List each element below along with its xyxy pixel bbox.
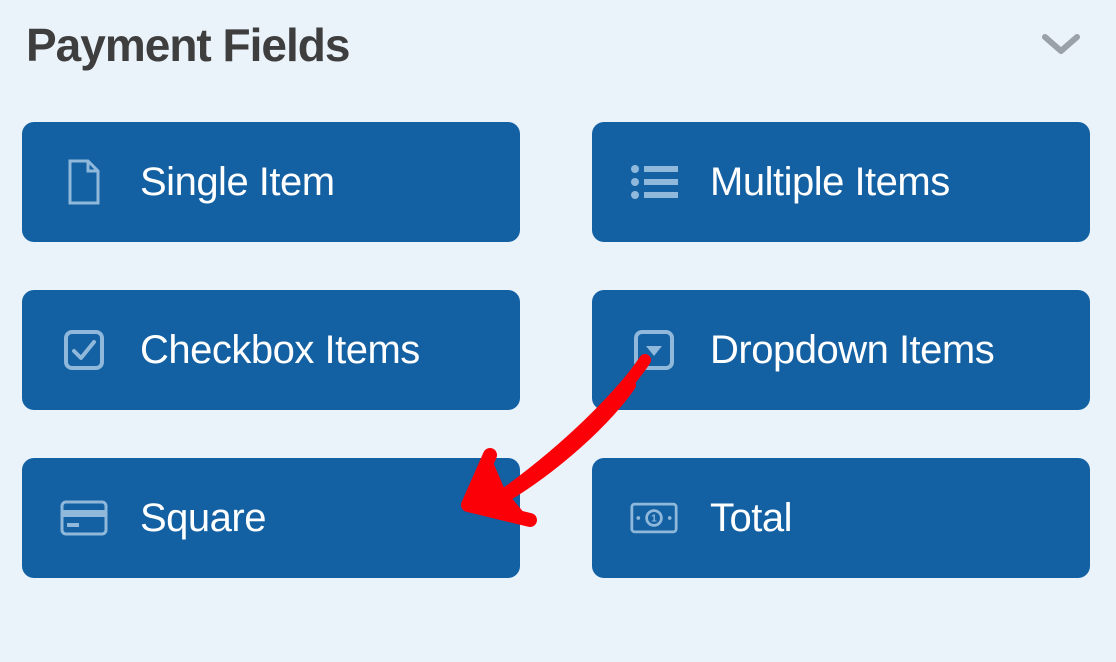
field-total[interactable]: 1 Total [592, 458, 1090, 578]
section-header[interactable]: Payment Fields [0, 0, 1116, 92]
field-multiple-items[interactable]: Multiple Items [592, 122, 1090, 242]
checkbox-icon [60, 326, 108, 374]
field-dropdown-items[interactable]: Dropdown Items [592, 290, 1090, 410]
field-label: Total [710, 496, 792, 541]
credit-card-icon [60, 494, 108, 542]
field-square[interactable]: Square [22, 458, 520, 578]
field-label: Multiple Items [710, 160, 950, 205]
field-single-item[interactable]: Single Item [22, 122, 520, 242]
field-label: Dropdown Items [710, 328, 994, 373]
section-title: Payment Fields [26, 18, 349, 72]
money-icon: 1 [630, 494, 678, 542]
list-icon [630, 158, 678, 206]
svg-text:1: 1 [651, 514, 657, 525]
field-label: Single Item [140, 160, 335, 205]
chevron-down-icon [1042, 26, 1080, 64]
field-label: Square [140, 496, 266, 541]
fields-grid: Single Item Multiple Items Checkbox Item… [0, 92, 1116, 578]
field-label: Checkbox Items [140, 328, 420, 373]
file-icon [60, 158, 108, 206]
dropdown-icon [630, 326, 678, 374]
field-checkbox-items[interactable]: Checkbox Items [22, 290, 520, 410]
